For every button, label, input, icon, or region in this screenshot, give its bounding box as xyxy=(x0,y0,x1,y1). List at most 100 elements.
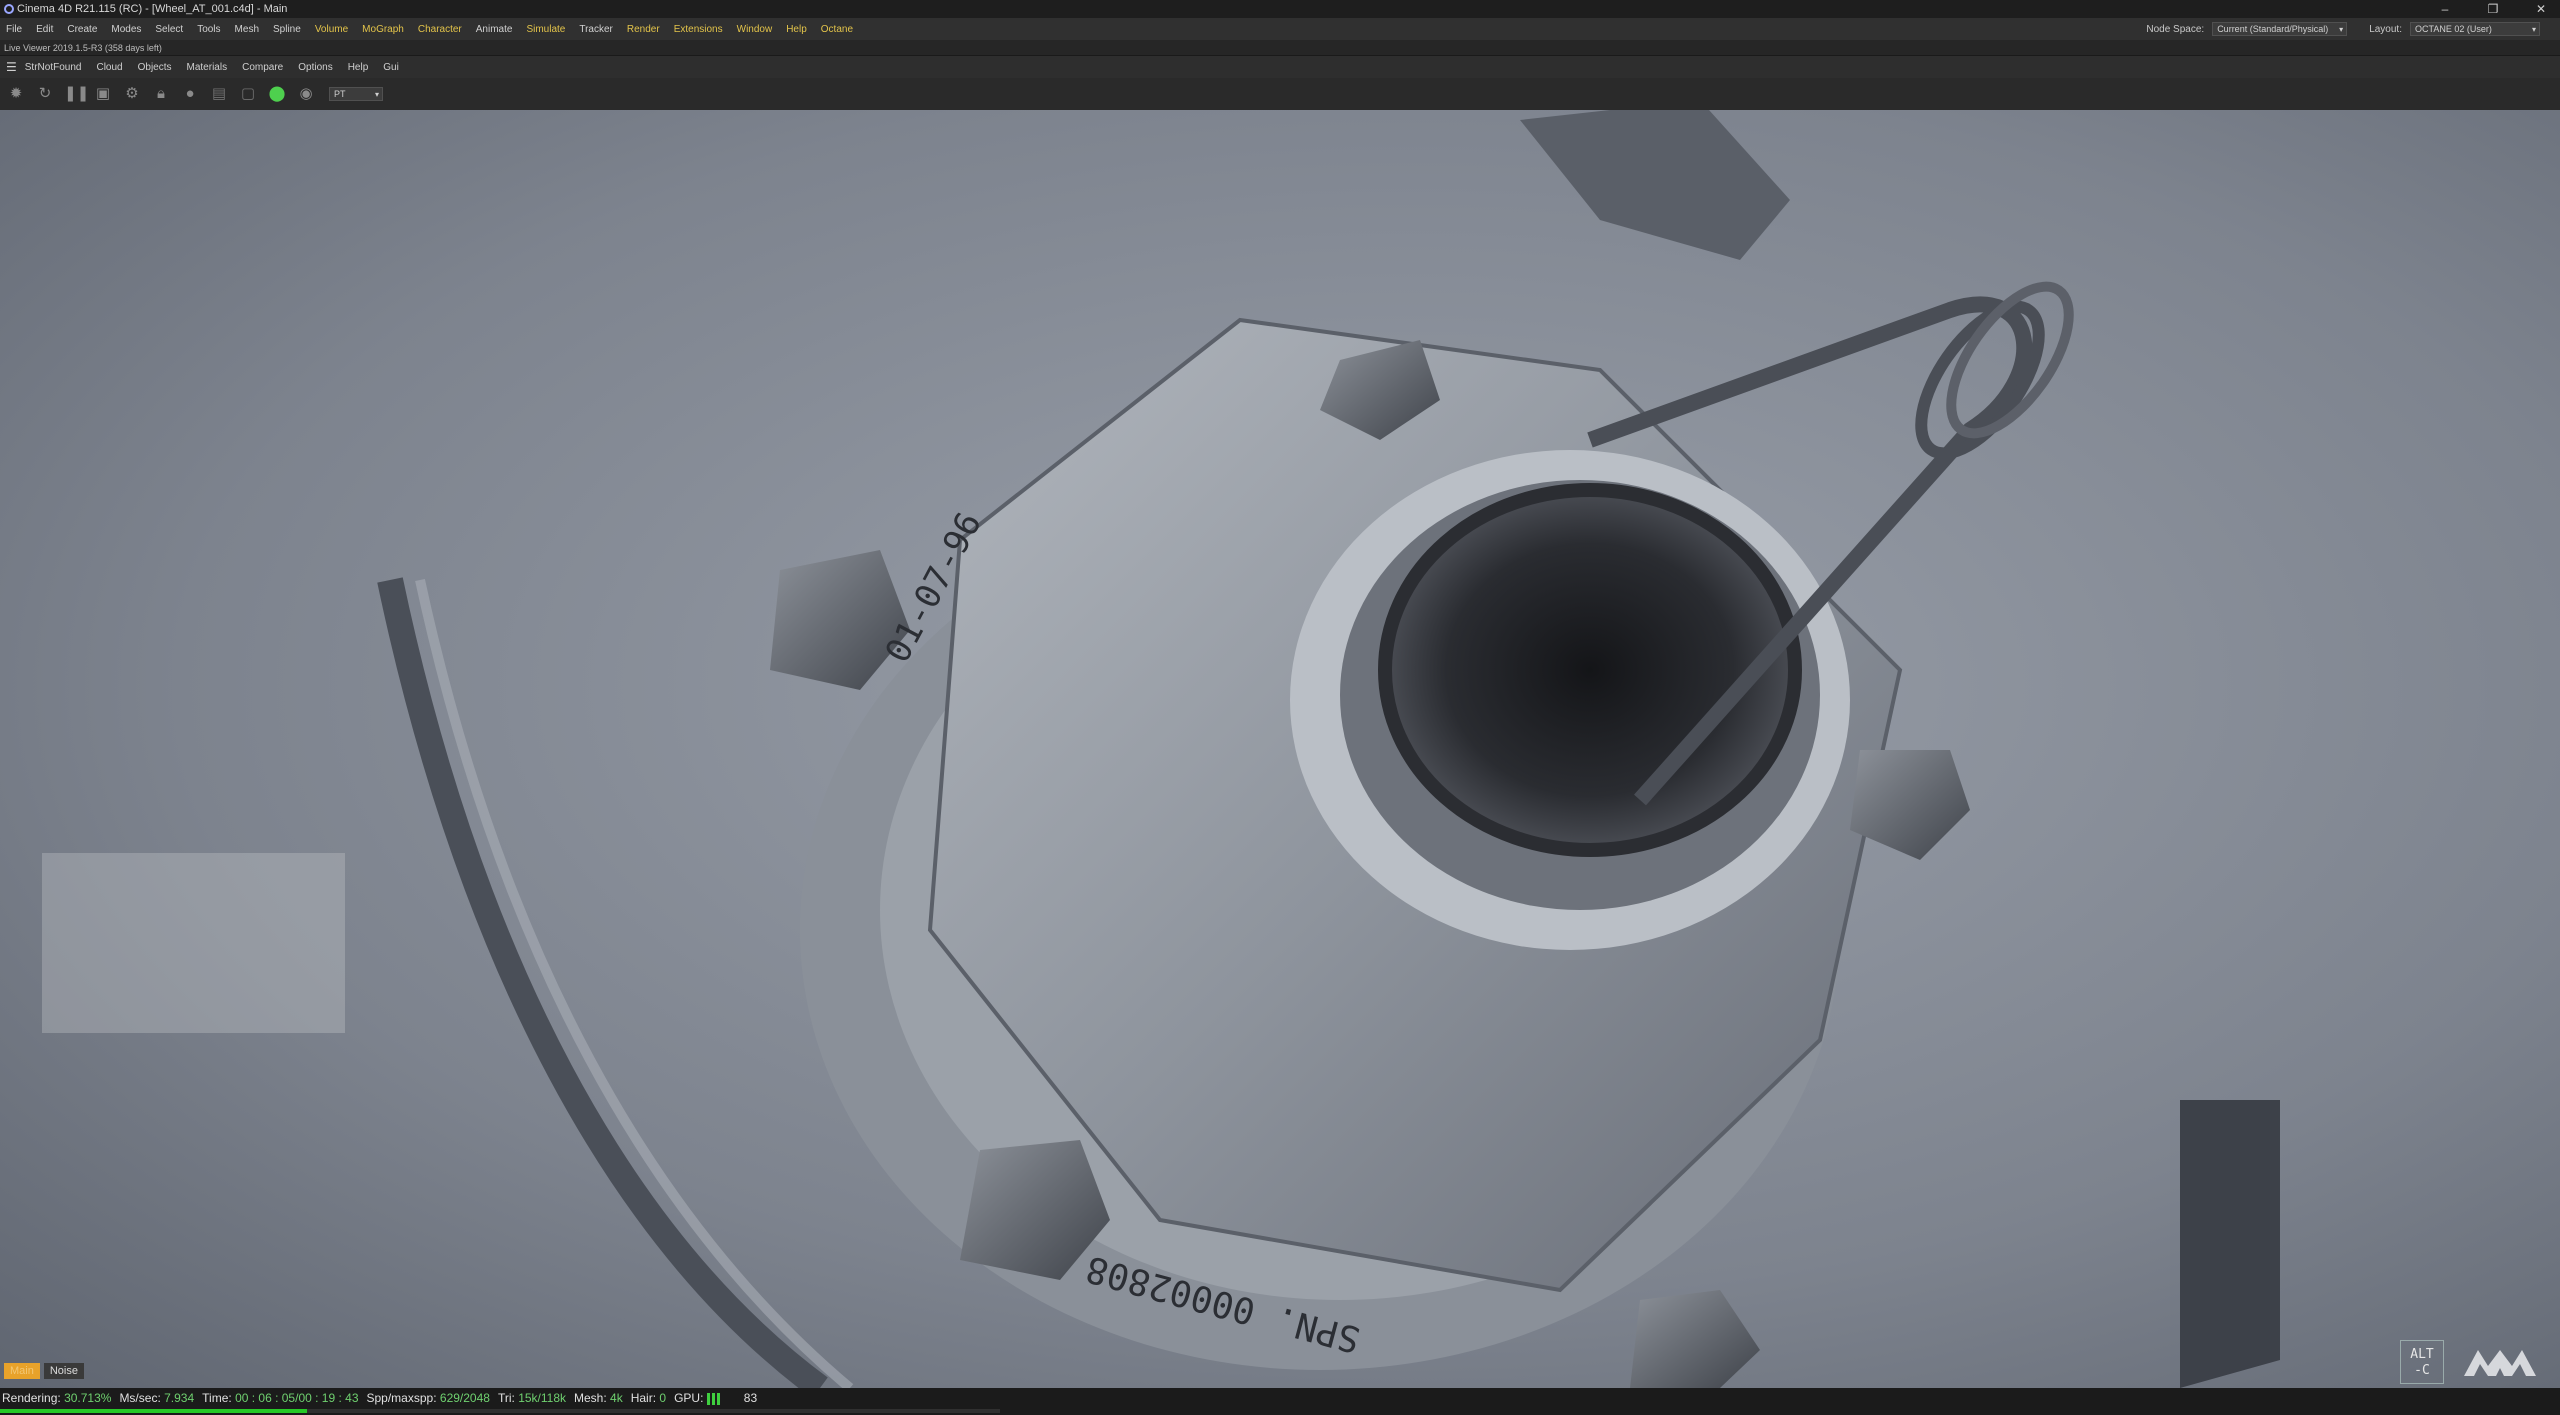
menu-extensions[interactable]: Extensions xyxy=(674,24,723,35)
time-label: Time: xyxy=(202,1391,232,1405)
spp-stat: Spp/maxspp: 629/2048 xyxy=(367,1391,490,1405)
menu-window[interactable]: Window xyxy=(737,24,773,35)
menu-simulate[interactable]: Simulate xyxy=(526,24,565,35)
kernel-mode-select[interactable]: PT ▾ xyxy=(329,87,383,101)
live-viewer-toolbar: ✹ ↻ ❚❚ ▣ ⚙ 🔒︎ ● ▤ ▢ ⬤ ◉ PT ▾ xyxy=(0,78,2560,110)
render-status-bar: Rendering: 30.713% Ms/sec: 7.934 Time: 0… xyxy=(0,1388,2560,1415)
spp-value: 629/2048 xyxy=(439,1391,490,1405)
ms-value: 7.934 xyxy=(164,1391,195,1405)
tri-value: 15k/118k xyxy=(518,1391,566,1405)
gpu-temp-value: 83 xyxy=(743,1391,758,1405)
hair-label: Hair: xyxy=(630,1391,657,1405)
title-bar: Cinema 4D R21.115 (RC) - [Wheel_AT_001.c… xyxy=(0,0,2560,18)
chevron-down-icon: ▾ xyxy=(374,90,379,99)
menu-help[interactable]: Help xyxy=(786,24,807,35)
window-controls: – ❐ ✕ xyxy=(2432,0,2554,18)
render-image: 01-07-96 SPN. 00002808 xyxy=(0,110,2560,1388)
rendering-label: Rendering: xyxy=(2,1391,61,1405)
refresh-icon[interactable]: ↻ xyxy=(35,84,55,104)
menu-modes[interactable]: Modes xyxy=(111,24,141,35)
time-value: 00 : 06 : 05/00 : 19 : 43 xyxy=(235,1391,359,1405)
hamburger-menu-icon[interactable]: ☰ xyxy=(6,60,17,74)
menu-animate[interactable]: Animate xyxy=(476,24,513,35)
lv-menu-strnotfound[interactable]: StrNotFound xyxy=(25,62,82,73)
ghost-panel xyxy=(42,853,345,1033)
menu-tools[interactable]: Tools xyxy=(197,24,220,35)
render-progress-fill xyxy=(0,1409,307,1413)
layout-label: Layout: xyxy=(2369,23,2402,35)
node-space-value: Current (Standard/Physical) xyxy=(2217,24,2329,34)
tri-label: Tri: xyxy=(497,1391,515,1405)
rendering-stat: Rendering: 30.713% xyxy=(2,1391,111,1405)
restore-button[interactable]: ❐ xyxy=(2480,2,2506,16)
spp-label: Spp/maxspp: xyxy=(366,1391,437,1405)
lv-menu-gui[interactable]: Gui xyxy=(383,62,399,73)
gear-icon[interactable]: ✹ xyxy=(6,84,26,104)
main-menubar: File Edit Create Modes Select Tools Mesh… xyxy=(0,18,2560,40)
rendering-value: 30.713% xyxy=(64,1391,112,1405)
noise-pass-chip[interactable]: Noise xyxy=(43,1363,84,1379)
badge-line-2: -C xyxy=(2414,1363,2430,1378)
node-space-label: Node Space: xyxy=(2146,23,2205,35)
pick-focus-icon[interactable]: ⬤ xyxy=(267,84,287,104)
render-viewport[interactable]: 01-07-96 SPN. 00002808 xyxy=(0,110,2560,1388)
node-space-dropdown[interactable]: Current (Standard/Physical) ▾ xyxy=(2212,22,2348,36)
render-progress-bar xyxy=(0,1409,1000,1413)
menu-character[interactable]: Character xyxy=(418,24,462,35)
live-viewer-menubar: ☰ StrNotFound Cloud Objects Materials Co… xyxy=(0,56,2560,78)
menu-file[interactable]: File xyxy=(6,24,22,35)
menu-select[interactable]: Select xyxy=(155,24,183,35)
alt-c-badge: ALT -C xyxy=(2400,1340,2444,1384)
minimize-button[interactable]: – xyxy=(2432,2,2458,16)
lv-menu-compare[interactable]: Compare xyxy=(242,62,283,73)
mesh-value: 4k xyxy=(610,1391,623,1405)
menu-mesh[interactable]: Mesh xyxy=(235,24,259,35)
lock-icon[interactable]: 🔒︎ xyxy=(151,84,171,104)
kernel-mode-value: PT xyxy=(334,89,346,99)
main-pass-chip[interactable]: Main xyxy=(4,1363,40,1379)
live-viewer-title: Live Viewer 2019.1.5-R3 (358 days left) xyxy=(4,43,162,53)
frame-icon[interactable]: ▢ xyxy=(238,84,258,104)
render-stats: Rendering: 30.713% Ms/sec: 7.934 Time: 0… xyxy=(2,1391,757,1405)
layout-value: OCTANE 02 (User) xyxy=(2415,24,2492,34)
ms-label: Ms/sec: xyxy=(119,1391,161,1405)
menu-edit[interactable]: Edit xyxy=(36,24,53,35)
hair-stat: Hair: 0 xyxy=(631,1391,666,1405)
lv-menu-options[interactable]: Options xyxy=(298,62,332,73)
menu-octane[interactable]: Octane xyxy=(821,24,853,35)
time-stat: Time: 00 : 06 : 05/00 : 19 : 43 xyxy=(202,1391,358,1405)
lv-menu-materials[interactable]: Materials xyxy=(187,62,228,73)
clay-icon[interactable]: ▤ xyxy=(209,84,229,104)
gpu-usage-bars xyxy=(707,1392,721,1405)
menu-render[interactable]: Render xyxy=(627,24,660,35)
menu-spline[interactable]: Spline xyxy=(273,24,301,35)
mesh-label: Mesh: xyxy=(574,1391,607,1405)
sphere-icon[interactable]: ● xyxy=(180,84,200,104)
lv-menu-objects[interactable]: Objects xyxy=(138,62,172,73)
render-pass-chips: Main Noise xyxy=(4,1363,84,1379)
pick-material-icon[interactable]: ◉ xyxy=(296,84,316,104)
window-title: Cinema 4D R21.115 (RC) - [Wheel_AT_001.c… xyxy=(17,3,288,15)
menu-volume[interactable]: Volume xyxy=(315,24,348,35)
menu-tracker[interactable]: Tracker xyxy=(579,24,613,35)
lv-menu-help[interactable]: Help xyxy=(348,62,369,73)
hair-value: 0 xyxy=(659,1391,667,1405)
lv-menu-cloud[interactable]: Cloud xyxy=(96,62,122,73)
layout-dropdown[interactable]: OCTANE 02 (User) ▾ xyxy=(2410,22,2540,36)
region-render-icon[interactable]: ▣ xyxy=(93,84,113,104)
gpu-stat: GPU: 83 xyxy=(674,1391,757,1405)
ms-stat: Ms/sec: 7.934 xyxy=(119,1391,194,1405)
menu-create[interactable]: Create xyxy=(67,24,97,35)
menu-mograph[interactable]: MoGraph xyxy=(362,24,404,35)
badge-line-1: ALT xyxy=(2410,1347,2434,1362)
studio-logo-icon xyxy=(2464,1350,2536,1376)
close-button[interactable]: ✕ xyxy=(2528,2,2554,16)
settings-cog-icon[interactable]: ⚙ xyxy=(122,84,142,104)
cinema4d-logo-icon xyxy=(4,4,14,14)
menubar-right: Node Space: Current (Standard/Physical) … xyxy=(2146,18,2540,40)
mesh-stat: Mesh: 4k xyxy=(574,1391,623,1405)
pause-icon[interactable]: ❚❚ xyxy=(64,84,89,104)
chevron-down-icon: ▾ xyxy=(2339,25,2344,34)
live-viewer-header: Live Viewer 2019.1.5-R3 (358 days left) xyxy=(0,40,2560,56)
chevron-down-icon: ▾ xyxy=(2531,25,2536,34)
